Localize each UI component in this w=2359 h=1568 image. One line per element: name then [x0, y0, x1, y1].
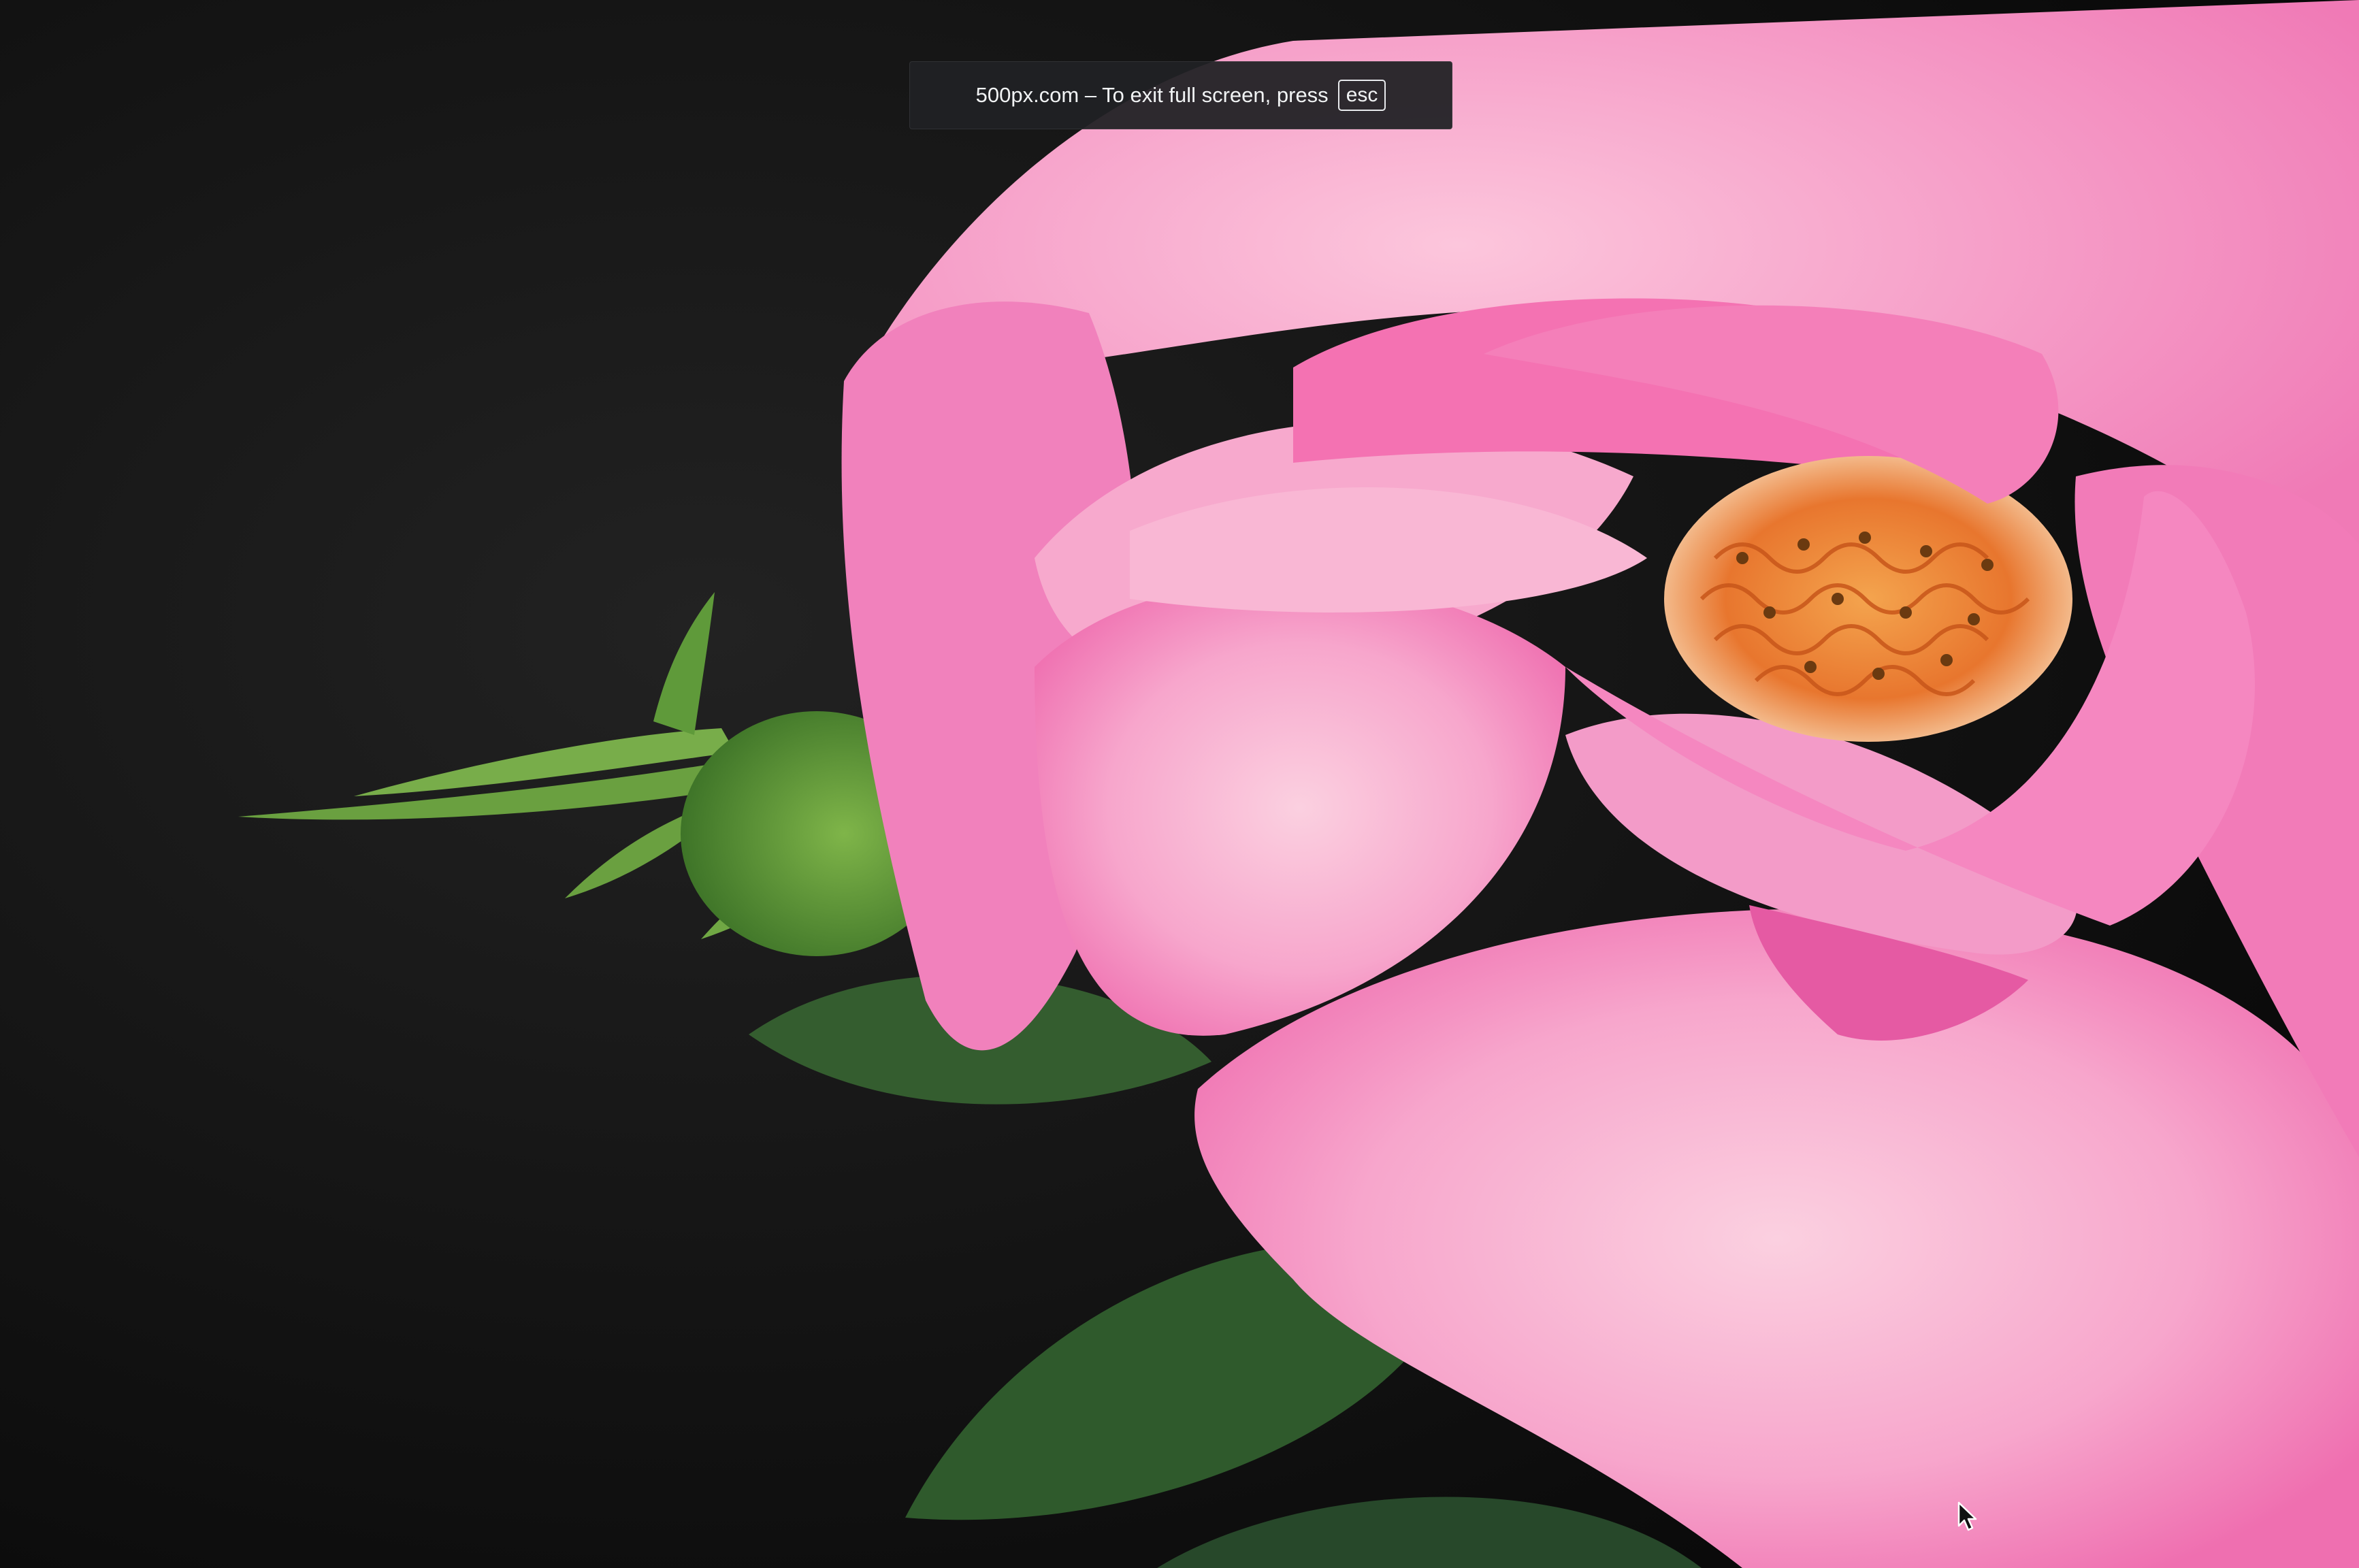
fullscreen-exit-notice: 500px.com – To exit full screen, press e… — [909, 61, 1452, 129]
fullscreen-notice-text: 500px.com – To exit full screen, press — [975, 83, 1329, 107]
fullscreen-viewport: 500px.com – To exit full screen, press e… — [0, 0, 2359, 1568]
rose-center — [1664, 456, 2072, 742]
esc-key-badge: esc — [1337, 80, 1386, 111]
mouse-pointer-icon — [1957, 1501, 1977, 1531]
rose-photo — [0, 0, 2359, 1568]
